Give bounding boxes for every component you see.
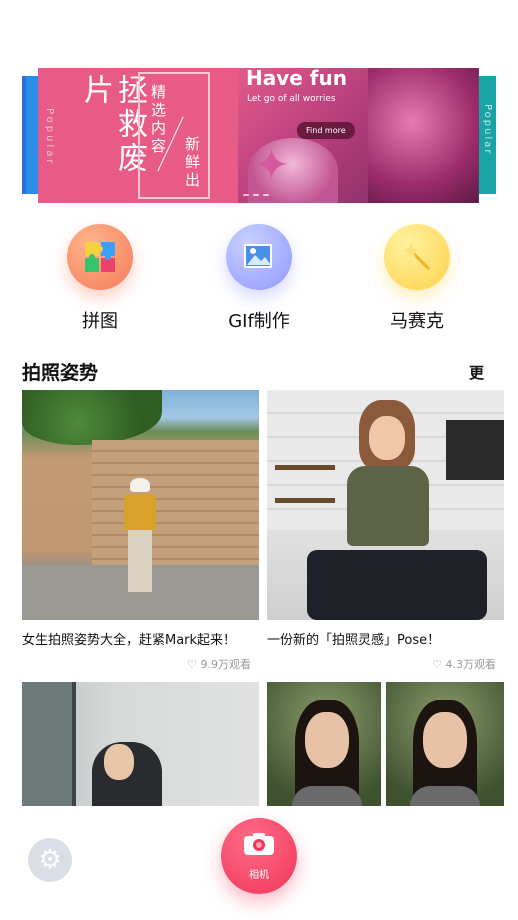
section-title: 拍照姿势: [22, 362, 99, 384]
heart-icon: ♡: [432, 658, 442, 671]
pose-card-views: ♡ 9.9万观看: [22, 656, 259, 672]
banner-frame: 精选内容 新鲜出: [138, 72, 210, 199]
banner-pagination: [243, 194, 269, 196]
feature-gif-label: GIf制作: [228, 311, 290, 332]
section-more-link[interactable]: 更: [469, 362, 484, 383]
pose-card-image: [22, 682, 259, 806]
banner-next-card[interactable]: Popular: [478, 76, 496, 194]
sparkle-wand-icon: [384, 224, 450, 290]
pose-card-views-text: 9.9万观看: [200, 658, 252, 671]
pose-card[interactable]: [22, 682, 259, 806]
banner-decor-blob: [368, 68, 478, 203]
banner-vertical-small: Popular: [44, 108, 55, 167]
feature-puzzle-label: 拼图: [82, 311, 118, 332]
banner-carousel[interactable]: Popular Popular 拯救废片 精选内容 新鲜出 ✦ Have fun…: [0, 68, 518, 203]
gif-image-icon: [226, 224, 292, 290]
banner-big-title: 拯救废片: [78, 74, 147, 176]
pose-card[interactable]: 一份新的「拍照灵感」Pose！ ♡ 4.3万观看: [267, 390, 504, 672]
settings-button[interactable]: ⚙: [28, 838, 72, 882]
feature-shortcuts: 拼图 GIf制作 马赛克: [0, 224, 518, 339]
puzzle-icon: [67, 224, 133, 290]
banner-subline: Let go of all worries: [247, 94, 336, 104]
pose-card-views-text: 4.3万观看: [445, 658, 497, 671]
gear-icon: ⚙: [38, 845, 62, 875]
pose-card-views: ♡ 4.3万观看: [267, 656, 504, 672]
pose-card[interactable]: 女生拍照姿势大全，赶紧Mark起来！ ♡ 9.9万观看: [22, 390, 259, 672]
banner-headline: Have fun: [246, 68, 347, 90]
banner-next-side-text: Popular: [482, 104, 493, 156]
section-header: 拍照姿势 更: [22, 358, 496, 388]
pose-card-image: [267, 390, 504, 620]
pose-card-image: [22, 390, 259, 620]
feature-mosaic-label: 马赛克: [390, 311, 444, 332]
feature-puzzle[interactable]: 拼图: [40, 224, 160, 333]
feature-gif[interactable]: GIf制作: [199, 224, 319, 333]
banner-frame-line1: 精选内容: [149, 84, 167, 156]
heart-icon: ♡: [187, 658, 197, 671]
pose-card-caption: 一份新的「拍照灵感」Pose！: [267, 633, 441, 648]
pose-card-caption: 女生拍照姿势大全，赶紧Mark起来！: [22, 633, 237, 648]
pose-card-image: [267, 682, 504, 806]
feature-mosaic[interactable]: 马赛克: [357, 224, 477, 333]
camera-label: 相机: [249, 870, 269, 881]
camera-button[interactable]: 相机: [221, 818, 297, 894]
pose-card[interactable]: [267, 682, 504, 806]
camera-icon: [244, 833, 274, 855]
banner-find-more-button[interactable]: Find more: [297, 122, 355, 139]
banner-main[interactable]: Popular 拯救废片 精选内容 新鲜出 ✦ Have fun Let go …: [38, 68, 479, 203]
banner-frame-line2: 新鲜出: [183, 136, 201, 190]
starfish-icon: ✦: [253, 140, 290, 191]
